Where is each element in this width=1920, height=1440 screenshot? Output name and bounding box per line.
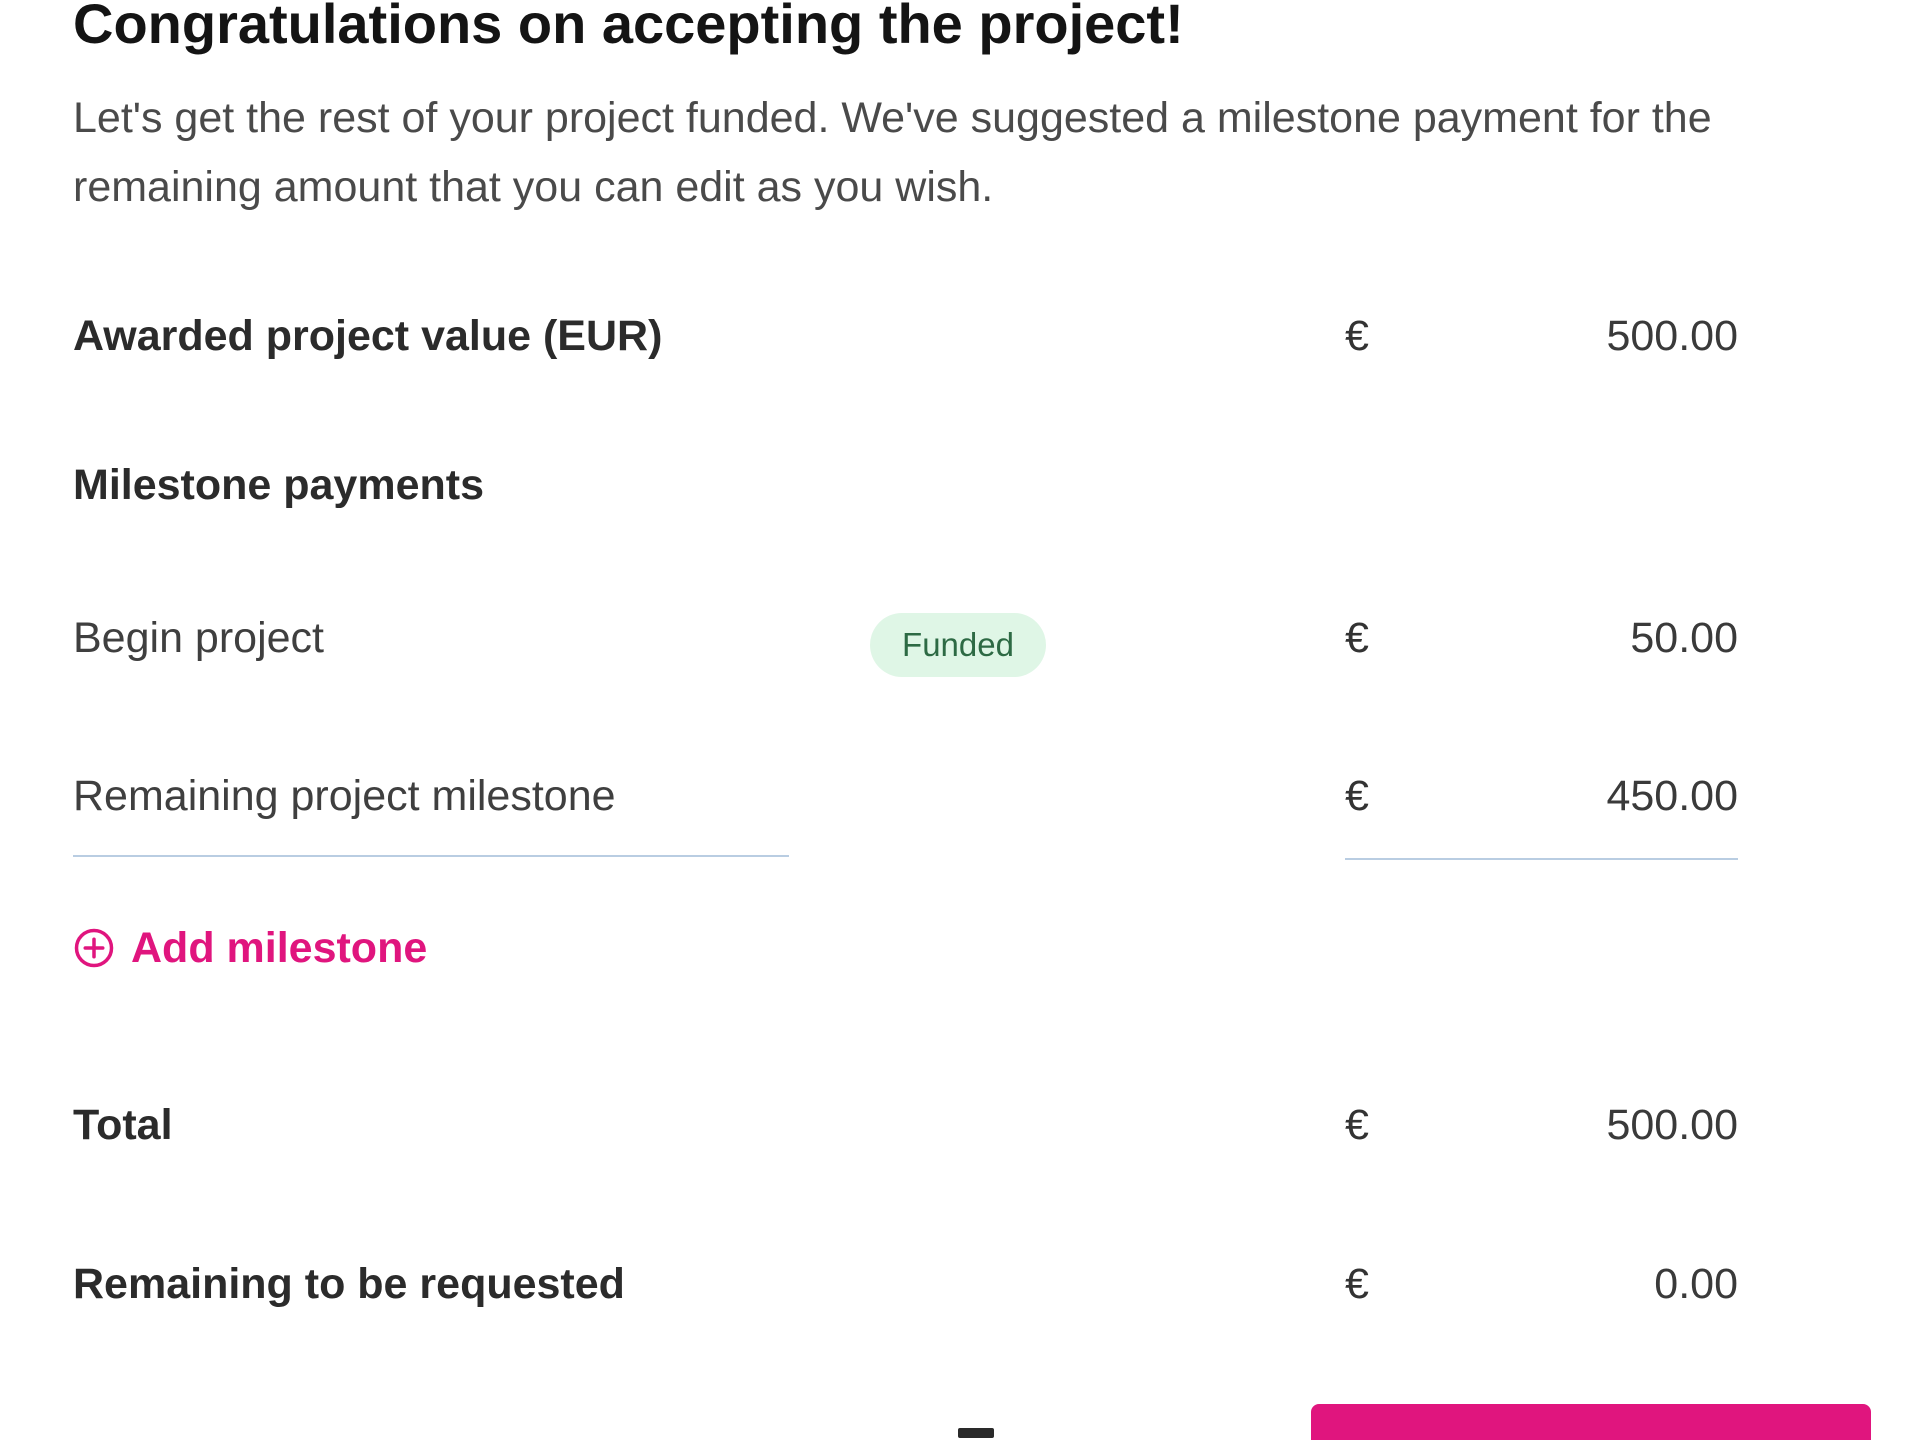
awarded-value-label: Awarded project value (EUR) xyxy=(73,312,663,360)
milestone-begin-project-amount: 50.00 xyxy=(1630,614,1738,662)
awarded-currency: € xyxy=(1345,312,1369,360)
remaining-requested-label: Remaining to be requested xyxy=(73,1260,625,1308)
milestone-begin-project-currency: € xyxy=(1345,614,1369,662)
milestone-amount-input[interactable]: 450.00 xyxy=(1606,770,1738,822)
total-label: Total xyxy=(73,1101,173,1149)
milestone-amount-underline xyxy=(1345,858,1738,860)
milestone-description-underline xyxy=(73,855,789,857)
add-milestone-label: Add milestone xyxy=(131,924,428,972)
total-amount: 500.00 xyxy=(1606,1101,1738,1149)
plus-circle-icon xyxy=(74,928,114,968)
primary-button-cutoff[interactable] xyxy=(1311,1404,1871,1440)
secondary-button-cutoff[interactable] xyxy=(958,1420,1088,1440)
dialog-subtitle: Let's get the rest of your project funde… xyxy=(73,94,1712,211)
total-currency: € xyxy=(1345,1101,1369,1149)
awarded-amount: 500.00 xyxy=(1606,312,1738,360)
funded-status-badge: Funded xyxy=(870,613,1046,677)
milestone-begin-project-label: Begin project xyxy=(73,614,324,662)
milestone-payments-heading: Milestone payments xyxy=(73,461,484,509)
dialog-title: Congratulations on accepting the project… xyxy=(73,0,1184,55)
milestone-description-input[interactable]: Remaining project milestone xyxy=(73,770,616,822)
add-milestone-button[interactable]: Add milestone xyxy=(73,920,427,976)
remaining-currency: € xyxy=(1345,1260,1369,1308)
accept-project-dialog: Congratulations on accepting the project… xyxy=(0,0,1920,1440)
remaining-amount: 0.00 xyxy=(1654,1260,1738,1308)
milestone-remaining-currency: € xyxy=(1345,772,1369,820)
